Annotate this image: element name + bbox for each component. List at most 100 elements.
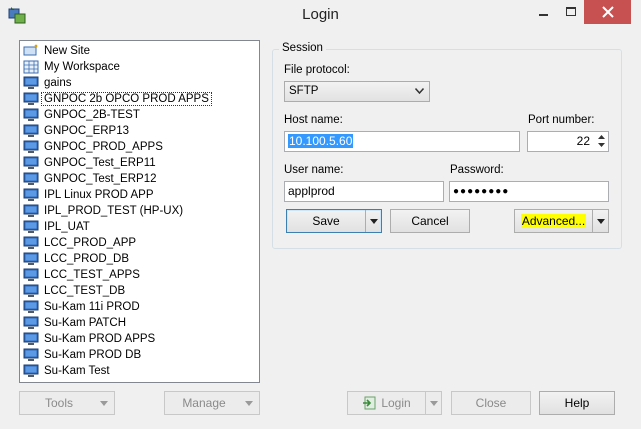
password-input[interactable]: ●●●●●●●● (449, 181, 609, 202)
computer-icon (23, 172, 39, 185)
site-list-item[interactable]: GNPOC_Test_ERP11 (23, 155, 156, 171)
host-name-label: Host name: (284, 114, 343, 126)
site-list-item[interactable]: IPL Linux PROD APP (23, 187, 154, 203)
site-list-item[interactable]: New Site (23, 43, 90, 59)
site-list-item[interactable]: GNPOC_ERP13 (23, 123, 129, 139)
advanced-dropdown[interactable] (592, 210, 608, 232)
site-list-item-label: Su-Kam Test (44, 365, 110, 377)
site-list-item-label: Su-Kam 11i PROD (44, 301, 140, 313)
computer-icon (23, 348, 39, 361)
manage-button-label: Manage (182, 396, 226, 410)
dropdown-arrow-icon (245, 401, 253, 406)
site-list-item[interactable]: LCC_PROD_APP (23, 235, 136, 251)
workspace-icon (23, 60, 39, 74)
advanced-button[interactable]: Advanced... (514, 209, 609, 233)
close-button[interactable]: Close (451, 391, 531, 415)
minimize-button[interactable] (530, 0, 557, 24)
dropdown-arrow-icon (429, 400, 438, 406)
tools-button[interactable]: Tools (19, 391, 115, 415)
port-number-label: Port number: (528, 114, 595, 126)
host-name-input[interactable]: 10.100.5.60 (284, 131, 520, 152)
site-list-item-label: LCC_TEST_DB (44, 285, 126, 297)
advanced-button-label: Advanced... (520, 214, 587, 228)
site-list-item-label: Su-Kam PATCH (44, 317, 127, 329)
save-dropdown[interactable] (365, 210, 381, 232)
password-mask: ●●●●●●●● (453, 186, 510, 197)
spin-up-icon[interactable] (595, 133, 607, 141)
site-list-item-label: IPL_UAT (44, 221, 90, 233)
close-window-button[interactable] (584, 0, 631, 24)
help-button-label: Help (564, 396, 590, 410)
site-list-item[interactable]: LCC_TEST_APPS (23, 267, 140, 283)
computer-icon (23, 300, 39, 313)
maximize-button[interactable] (557, 0, 584, 24)
site-list-item[interactable]: LCC_PROD_DB (23, 251, 129, 267)
spin-down-icon[interactable] (595, 141, 607, 149)
computer-icon (23, 236, 39, 249)
computer-icon (23, 332, 39, 345)
site-list-item-label: IPL Linux PROD APP (44, 189, 154, 201)
host-name-value: 10.100.5.60 (288, 134, 354, 148)
site-list-item[interactable]: GNPOC 2b OPCO PROD APPS (23, 91, 212, 107)
login-button[interactable]: Login (347, 391, 442, 415)
cancel-button[interactable]: Cancel (390, 209, 470, 233)
site-list-item[interactable]: GNPOC_PROD_APPS (23, 139, 163, 155)
login-button-label: Login (381, 396, 411, 410)
computer-icon (23, 140, 39, 153)
maximize-icon (565, 7, 576, 16)
dropdown-arrow-icon (369, 218, 378, 224)
title-bar[interactable]: Login (0, 0, 641, 30)
login-dialog: Login New Site My Workspace gains GNPOC 2b … (0, 0, 641, 429)
dropdown-arrow-icon (100, 401, 108, 406)
site-list-item[interactable]: Su-Kam 11i PROD (23, 299, 140, 315)
file-protocol-label-text: File protocol: (284, 64, 350, 76)
computer-icon (23, 284, 39, 297)
site-list-item[interactable]: Su-Kam Test (23, 363, 110, 379)
manage-button[interactable]: Manage (164, 391, 260, 415)
computer-icon (23, 364, 39, 377)
computer-icon (23, 252, 39, 265)
site-list-item[interactable]: My Workspace (23, 59, 120, 75)
login-dropdown[interactable] (425, 392, 441, 414)
user-name-value: applprod (288, 184, 335, 198)
file-protocol-select[interactable]: SFTP (284, 81, 430, 102)
site-list[interactable]: New Site My Workspace gains GNPOC 2b OPCO P… (19, 40, 260, 383)
site-list-item-label: My Workspace (44, 61, 120, 73)
user-name-label: User name: (284, 164, 344, 176)
file-protocol-value: SFTP (289, 85, 319, 97)
site-list-item-label: GNPOC_Test_ERP12 (44, 173, 157, 185)
site-list-item-label: gains (44, 77, 72, 89)
close-icon (601, 6, 614, 18)
new-site-icon (23, 44, 38, 56)
help-button[interactable]: Help (539, 391, 615, 415)
site-list-item-label: Su-Kam PROD APPS (44, 333, 156, 345)
site-list-item[interactable]: LCC_TEST_DB (23, 283, 125, 299)
save-button[interactable]: Save (286, 209, 382, 233)
site-list-item[interactable]: Su-Kam PROD DB (23, 347, 141, 363)
computer-icon (23, 76, 39, 89)
session-legend: Session (279, 42, 326, 54)
site-list-item[interactable]: Su-Kam PROD APPS (23, 331, 155, 347)
computer-icon (23, 156, 39, 169)
cancel-button-label: Cancel (411, 214, 449, 228)
computer-icon (23, 92, 39, 105)
computer-icon (23, 268, 39, 281)
computer-icon (23, 124, 39, 137)
site-list-item[interactable]: gains (23, 75, 72, 91)
site-list-item-label: LCC_PROD_DB (44, 253, 129, 265)
file-protocol-label: File protocol: (284, 64, 350, 76)
site-list-item[interactable]: IPL_PROD_TEST (HP-UX) (23, 203, 183, 219)
site-list-item[interactable]: Su-Kam PATCH (23, 315, 126, 331)
site-list-item[interactable]: IPL_UAT (23, 219, 90, 235)
site-list-item[interactable]: GNPOC_Test_ERP12 (23, 171, 157, 187)
computer-icon (23, 316, 39, 329)
tools-button-label: Tools (44, 396, 73, 410)
user-name-input[interactable]: applprod (284, 181, 444, 202)
computer-icon (23, 204, 39, 217)
site-list-item-label: GNPOC_2B-TEST (44, 109, 140, 121)
site-list-item-label: GNPOC_Test_ERP11 (44, 157, 156, 169)
site-list-item[interactable]: GNPOC_2B-TEST (23, 107, 140, 123)
port-number-input[interactable]: 22 (527, 131, 609, 152)
port-spinner[interactable] (595, 133, 607, 150)
site-list-item-label: IPL_PROD_TEST (HP-UX) (44, 205, 184, 217)
